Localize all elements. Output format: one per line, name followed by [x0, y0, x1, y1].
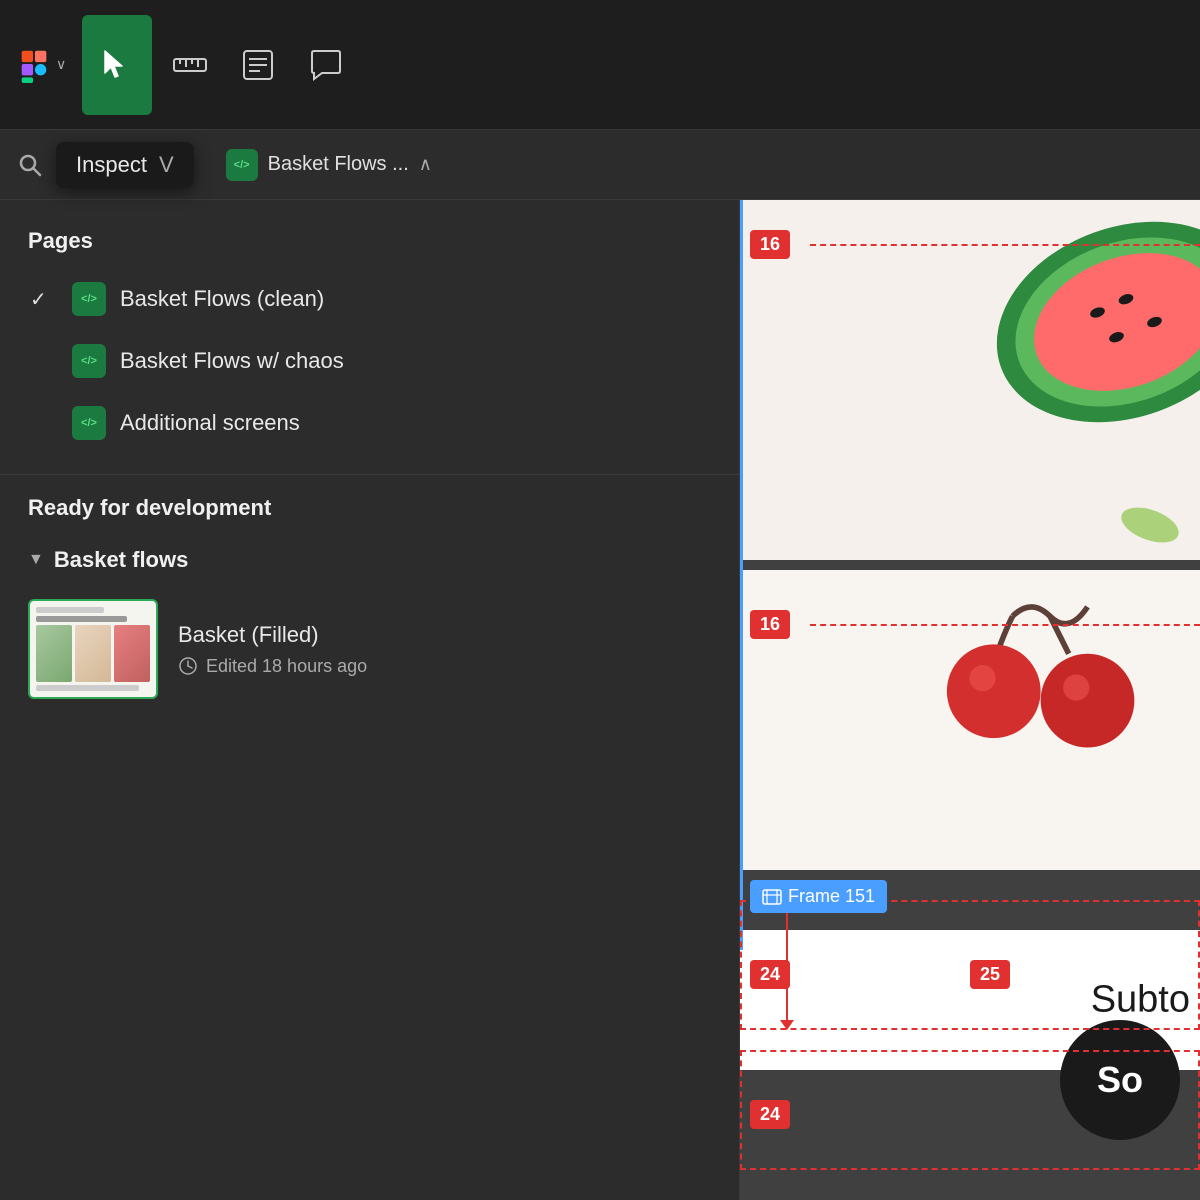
measure-badge-mid-16: 16	[750, 610, 790, 639]
ready-section-title: Ready for development	[28, 495, 711, 521]
page-item-label-1: Basket Flows (clean)	[120, 286, 324, 312]
comment-icon	[306, 45, 346, 85]
thumb-img-block-1	[36, 625, 72, 682]
inspect-shortcut-key: V	[159, 152, 174, 178]
ruler-tool-button[interactable]	[160, 15, 220, 115]
right-panel-canvas[interactable]: 16 16	[740, 200, 1200, 1200]
page-selector[interactable]: </> Basket Flows ... ∧	[226, 149, 432, 181]
flow-thumbnail	[28, 599, 158, 699]
measure-badge-right-25: 25	[970, 960, 1010, 989]
canvas-mid-image	[740, 570, 1200, 870]
flow-card-basket-filled[interactable]: Basket (Filled) Edited 18 hours ago	[28, 583, 711, 715]
inspect-tooltip: Inspect V	[56, 142, 194, 188]
arrow-tip-down	[780, 1020, 794, 1030]
canvas-area: 16 16	[740, 200, 1200, 1200]
measure-badge-bot-24: 24	[750, 960, 790, 989]
page-selector-name: Basket Flows ...	[268, 153, 409, 176]
page-item-label-3: Additional screens	[120, 410, 300, 436]
thumb-img-row	[36, 625, 150, 682]
notes-icon	[238, 45, 278, 85]
flow-name: Basket (Filled)	[178, 622, 711, 648]
search-button[interactable]	[16, 151, 44, 179]
second-toolbar-row: Inspect V </> Basket Flows ... ∧	[0, 130, 1200, 200]
ready-section: Ready for development ▼ Basket flows	[0, 495, 739, 715]
watermelon-svg	[860, 200, 1200, 550]
flow-meta-text: Edited 18 hours ago	[206, 656, 367, 677]
measure-dashed-box-bot	[740, 1050, 1200, 1170]
comment-tool-button[interactable]	[296, 15, 356, 115]
page-code-icon-2: </>	[72, 344, 106, 378]
logo-chevron-icon: ∨	[56, 56, 66, 73]
pages-section-header: Pages	[0, 200, 739, 268]
inspect-tooltip-label: Inspect	[76, 152, 147, 178]
page-item-basket-flows-clean[interactable]: ✓ </> Basket Flows (clean)	[16, 268, 723, 330]
thumb-bar-3	[36, 685, 139, 691]
page-item-additional-screens[interactable]: ✓ </> Additional screens	[16, 392, 723, 454]
thumb-bar-1	[36, 607, 104, 613]
frame-icon	[762, 889, 782, 905]
active-check-icon: ✓	[30, 287, 58, 312]
flow-meta: Edited 18 hours ago	[178, 656, 711, 677]
page-code-icon-3: </>	[72, 406, 106, 440]
measure-badge-top-16: 16	[750, 230, 790, 259]
page-item-label-2: Basket Flows w/ chaos	[120, 348, 344, 374]
measure-line-top	[810, 244, 1200, 246]
notes-tool-button[interactable]	[228, 15, 288, 115]
frame-label-text: Frame 151	[788, 886, 875, 907]
canvas-top-image	[740, 200, 1200, 560]
page-selector-chevron: ∧	[419, 154, 432, 175]
cherry-svg	[900, 570, 1200, 850]
selection-left-border	[740, 200, 743, 950]
figma-logo-area[interactable]: ∨	[16, 47, 66, 83]
pages-list: ✓ </> Basket Flows (clean) ✓ </> Basket …	[0, 268, 739, 454]
inspect-tool-button[interactable]	[82, 15, 152, 115]
page-item-basket-flows-chaos[interactable]: ✓ </> Basket Flows w/ chaos	[16, 330, 723, 392]
ruler-icon	[170, 45, 210, 85]
thumb-bar-2	[36, 616, 127, 622]
inspect-cursor-icon	[95, 43, 139, 87]
clock-icon	[178, 656, 198, 676]
flow-info: Basket (Filled) Edited 18 hours ago	[178, 622, 711, 677]
group-chevron-icon: ▼	[28, 551, 44, 569]
group-label: Basket flows	[54, 547, 189, 573]
figma-logo-icon	[16, 47, 52, 83]
measure-line-mid	[810, 624, 1200, 626]
search-icon	[16, 151, 44, 179]
left-panel: Pages ✓ </> Basket Flows (clean) ✓ </> B…	[0, 200, 740, 1200]
divider-1	[0, 474, 739, 475]
toolbar: ∨	[0, 0, 1200, 130]
measure-badge-bot2-24: 24	[750, 1100, 790, 1129]
main-content: Pages ✓ </> Basket Flows (clean) ✓ </> B…	[0, 200, 1200, 1200]
basket-flows-group-header[interactable]: ▼ Basket flows	[28, 537, 711, 583]
frame-label: Frame 151	[750, 880, 887, 913]
thumb-img-block-2	[75, 625, 111, 682]
page-selector-icon: </>	[226, 149, 258, 181]
page-code-icon-1: </>	[72, 282, 106, 316]
thumb-img-block-3	[114, 625, 150, 682]
